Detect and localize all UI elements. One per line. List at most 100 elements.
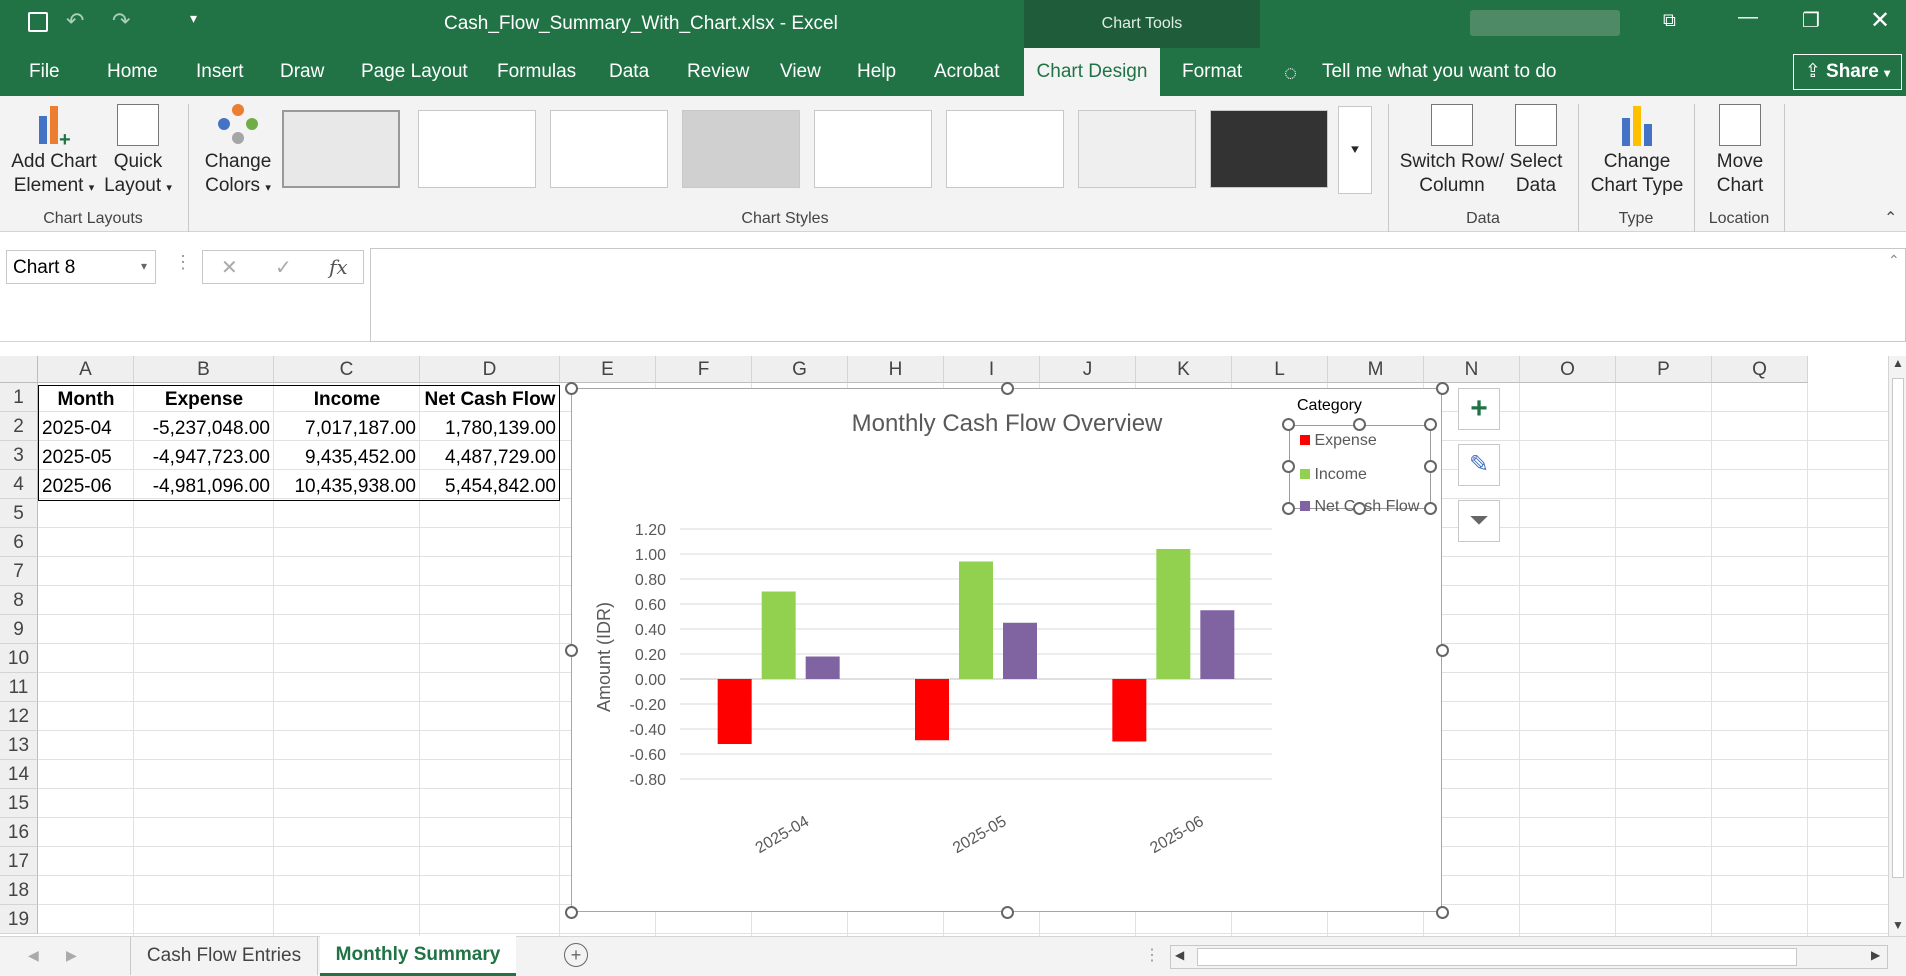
row-header-7[interactable]: 7 xyxy=(0,557,38,586)
column-header-d[interactable]: D xyxy=(420,356,560,383)
add-sheet-icon[interactable]: + xyxy=(564,943,588,967)
cancel-icon[interactable]: ✕ xyxy=(221,255,238,280)
column-header-c[interactable]: C xyxy=(274,356,420,383)
tab-chart-design[interactable]: Chart Design xyxy=(1024,48,1160,96)
legend-handle[interactable] xyxy=(1353,502,1366,515)
row-header-9[interactable]: 9 xyxy=(0,615,38,644)
bar-net-cash-flow-2025-04[interactable] xyxy=(805,656,840,680)
resize-handle[interactable] xyxy=(1436,644,1449,657)
row-header-10[interactable]: 10 xyxy=(0,644,38,673)
horizontal-scroll-thumb[interactable] xyxy=(1197,948,1797,966)
add-chart-element-button[interactable]: + Add Chart Element ▾ xyxy=(6,104,102,200)
worksheet-grid[interactable]: ABCDEFGHIJKLMNOPQ 1 2 3 4 5 6 7 8 9 10 11 12 13 14 15 1… xyxy=(0,356,1906,936)
share-button[interactable]: ⇪ Share ▾ xyxy=(1793,54,1902,90)
column-header-o[interactable]: O xyxy=(1520,356,1616,383)
legend[interactable]: Expense Income Net Cash Flow xyxy=(1289,425,1431,515)
row-header-1[interactable]: 1 xyxy=(0,383,38,412)
legend-handle[interactable] xyxy=(1282,460,1295,473)
bar-expense-2025-06[interactable] xyxy=(1112,679,1147,742)
select-all-corner[interactable] xyxy=(0,356,38,383)
row-header-6[interactable]: 6 xyxy=(0,528,38,557)
row-header-19[interactable]: 19 xyxy=(0,905,38,934)
insert-function-icon[interactable]: fx xyxy=(329,255,348,279)
bar-income-2025-06[interactable] xyxy=(1156,549,1191,679)
scroll-down-icon[interactable]: ▼ xyxy=(1892,918,1904,932)
row-header-5[interactable]: 5 xyxy=(0,499,38,528)
more-options-icon[interactable]: ⋮ xyxy=(174,252,192,273)
tab-help[interactable]: Help xyxy=(857,48,896,96)
close-icon[interactable]: ✕ xyxy=(1870,6,1890,35)
chart-styles-button[interactable]: ✎ xyxy=(1458,444,1500,486)
column-header-m[interactable]: M xyxy=(1328,356,1424,383)
redo-icon[interactable]: ↷ xyxy=(112,8,130,34)
legend-handle[interactable] xyxy=(1282,418,1295,431)
row-header-11[interactable]: 11 xyxy=(0,673,38,702)
tab-formulas[interactable]: Formulas xyxy=(497,48,576,96)
row-header-17[interactable]: 17 xyxy=(0,847,38,876)
column-header-n[interactable]: N xyxy=(1424,356,1520,383)
resize-handle[interactable] xyxy=(1436,906,1449,919)
y-axis-title[interactable]: Amount (IDR) xyxy=(594,602,614,712)
row-header-15[interactable]: 15 xyxy=(0,789,38,818)
bar-expense-2025-04[interactable] xyxy=(717,679,752,744)
chart-style-4[interactable] xyxy=(682,110,800,188)
scroll-up-icon[interactable]: ▲ xyxy=(1892,356,1904,370)
chart-style-1[interactable] xyxy=(282,110,400,188)
bar-expense-2025-05[interactable] xyxy=(915,679,949,741)
chart-filters-button[interactable]: ⏷ xyxy=(1458,500,1500,542)
row-header-4[interactable]: 4 xyxy=(0,470,38,499)
resize-handle[interactable] xyxy=(565,644,578,657)
scroll-thumb[interactable] xyxy=(1892,378,1904,878)
chart-elements-button[interactable]: + xyxy=(1458,388,1500,430)
formula-input[interactable] xyxy=(370,248,1906,342)
resize-handle[interactable] xyxy=(565,382,578,395)
column-header-q[interactable]: Q xyxy=(1712,356,1808,383)
tab-insert[interactable]: Insert xyxy=(196,48,244,96)
column-header-i[interactable]: I xyxy=(944,356,1040,383)
scroll-left-icon[interactable]: ◀ xyxy=(1175,948,1184,962)
tab-split-handle-icon[interactable]: ⋮ xyxy=(1144,945,1160,965)
row-header-8[interactable]: 8 xyxy=(0,586,38,615)
row-header-18[interactable]: 18 xyxy=(0,876,38,905)
column-header-j[interactable]: J xyxy=(1040,356,1136,383)
legend-handle[interactable] xyxy=(1424,502,1437,515)
bar-net-cash-flow-2025-05[interactable] xyxy=(1003,622,1037,679)
column-header-g[interactable]: G xyxy=(752,356,848,383)
tell-me-search[interactable]: Tell me what you want to do xyxy=(1322,48,1556,96)
change-chart-type-button[interactable]: Change Chart Type xyxy=(1586,104,1688,198)
bar-net-cash-flow-2025-06[interactable] xyxy=(1200,610,1235,679)
sheet-tab-monthly-summary[interactable]: Monthly Summary xyxy=(320,936,516,976)
switch-row-column-button[interactable]: Switch Row/ Column xyxy=(1398,104,1506,198)
vertical-scrollbar[interactable]: ▲ ▼ xyxy=(1888,356,1906,936)
row-header-14[interactable]: 14 xyxy=(0,760,38,789)
chart-style-6[interactable] xyxy=(946,110,1064,188)
next-sheet-icon[interactable]: ▶ xyxy=(66,947,77,964)
row-header-3[interactable]: 3 xyxy=(0,441,38,470)
resize-handle[interactable] xyxy=(1001,906,1014,919)
row-header-13[interactable]: 13 xyxy=(0,731,38,760)
column-header-a[interactable]: A xyxy=(38,356,134,383)
change-colors-button[interactable]: Change Colors ▾ xyxy=(196,104,280,200)
row-header-12[interactable]: 12 xyxy=(0,702,38,731)
resize-handle[interactable] xyxy=(1001,382,1014,395)
resize-handle[interactable] xyxy=(1436,382,1449,395)
tab-draw[interactable]: Draw xyxy=(280,48,324,96)
select-data-button[interactable]: Select Data xyxy=(1506,104,1566,198)
column-header-h[interactable]: H xyxy=(848,356,944,383)
account-avatar[interactable] xyxy=(1470,10,1620,36)
bar-income-2025-05[interactable] xyxy=(959,561,993,680)
tab-review[interactable]: Review xyxy=(687,48,749,96)
legend-handle[interactable] xyxy=(1424,460,1437,473)
tab-page-layout[interactable]: Page Layout xyxy=(361,48,468,96)
sheet-tab-cash-flow-entries[interactable]: Cash Flow Entries xyxy=(130,937,318,975)
column-header-b[interactable]: B xyxy=(134,356,274,383)
name-box[interactable]: Chart 8 ▾ xyxy=(6,250,156,284)
tab-format[interactable]: Format xyxy=(1182,48,1242,96)
ribbon-display-icon[interactable]: ⧉ xyxy=(1663,10,1676,31)
tab-view[interactable]: View xyxy=(780,48,821,96)
chevron-down-icon[interactable]: ▾ xyxy=(141,259,147,273)
tab-home[interactable]: Home xyxy=(107,48,158,96)
chart-object[interactable]: Monthly Cash Flow Overview Amount (IDR) … xyxy=(565,382,1449,919)
legend-handle[interactable] xyxy=(1353,418,1366,431)
row-header-2[interactable]: 2 xyxy=(0,412,38,441)
